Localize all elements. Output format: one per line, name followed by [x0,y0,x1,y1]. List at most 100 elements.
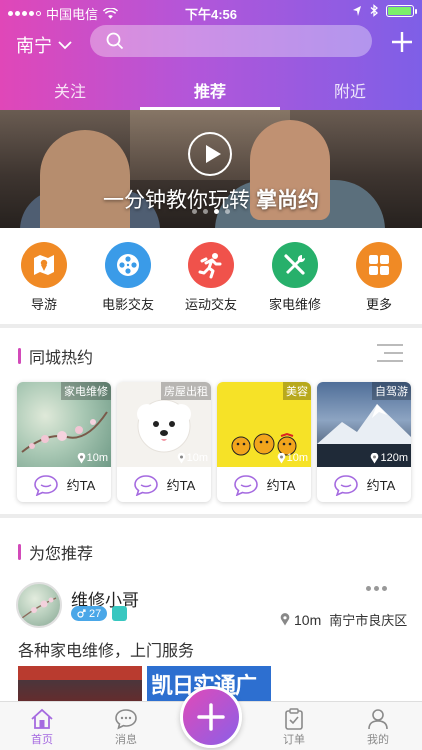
category-sports[interactable]: 运动交友 [176,242,246,313]
chat-bubble-icon [333,474,358,496]
chat-bubble-icon [233,474,258,496]
recommend-user-row[interactable]: 维修小哥 27 10m 南宁市良庆区 [16,582,408,632]
add-icon[interactable] [390,30,414,54]
phone-verified-icon [112,606,128,621]
date-button[interactable]: 约TA [17,467,111,502]
more-options-icon[interactable] [366,586,387,591]
tab-label: 消息 [115,734,137,746]
banner-dot-active[interactable] [214,209,219,214]
section-divider [0,324,422,328]
date-button-label: 约TA [66,478,96,493]
tab-profile[interactable]: 我的 [348,708,408,747]
category-more[interactable]: 更多 [344,242,414,313]
list-menu-icon[interactable] [376,342,404,364]
chat-icon [115,709,137,730]
map-icon [21,242,67,288]
category-movie[interactable]: 电影交友 [93,242,163,313]
card-distance: 10m [77,452,108,464]
tab-label: 我的 [367,734,389,746]
banner-page-dots [0,209,422,214]
pin-icon [177,452,185,463]
search-icon [106,32,124,50]
promo-banner[interactable]: 一分钟教你玩转 掌尚约 [0,110,422,228]
pin-icon [77,452,85,463]
card-tag: 房屋出租 [161,382,211,400]
city-selector[interactable]: 南宁 [16,32,72,58]
date-button[interactable]: 约TA [217,467,311,502]
card-distance: 120m [370,452,408,464]
location-pin-icon [280,613,290,626]
avatar[interactable] [16,582,62,628]
tab-messages[interactable]: 消息 [96,708,156,747]
card-distance-text: 120m [380,452,408,464]
chevron-down-icon [58,40,72,49]
category-guide[interactable]: 导游 [9,242,79,313]
tab-follow[interactable]: 关注 [0,78,140,102]
city-label: 南宁 [16,36,52,56]
user-area: 南宁市良庆区 [329,613,408,628]
search-input[interactable] [90,25,372,57]
order-icon [285,708,303,730]
hot-card[interactable]: 家电维修 10m 约TA [17,382,111,502]
chat-bubble-icon [133,474,158,496]
category-grid: 导游 电影交友 运动交友 家电维修 更多 [0,228,422,324]
chat-bubble-icon [33,474,58,496]
hot-section-title-text: 同城热约 [29,350,94,367]
banner-dot[interactable] [225,209,230,214]
date-button-label: 约TA [166,478,196,493]
location-arrow-icon [353,5,361,16]
date-button[interactable]: 约TA [117,467,211,502]
recommend-photo[interactable] [18,666,142,706]
date-button-label: 约TA [266,478,296,493]
hot-card[interactable]: 美容 10m 约TA [217,382,311,502]
date-button[interactable]: 约TA [317,467,411,502]
age-badge: 27 [71,606,108,621]
tab-orders[interactable]: 订单 [264,708,324,747]
recommend-description: 各种家电维修，上门服务 [18,643,195,660]
card-tag: 美容 [283,382,311,400]
status-bar: 中国电信 下午4:56 [0,0,422,22]
tab-nearby[interactable]: 附近 [280,78,420,102]
card-distance: 10m [277,452,308,464]
banner-dot[interactable] [203,209,208,214]
user-badges: 27 [71,606,128,621]
card-distance-text: 10m [286,452,308,464]
tools-icon [272,242,318,288]
section-divider [0,514,422,518]
plus-icon [197,703,225,731]
top-header: 中国电信 下午4:56 南宁 关注 推荐 附近 [0,0,422,110]
hot-card[interactable]: 自驾游 120m 约TA [317,382,411,502]
age-value: 27 [89,607,102,620]
category-repair[interactable]: 家电维修 [260,242,330,313]
card-tag: 自驾游 [372,382,411,400]
banner-dot[interactable] [192,209,197,214]
tab-home[interactable]: 首页 [12,708,72,747]
category-label: 导游 [30,297,57,312]
male-icon [77,609,86,618]
grid-icon [356,242,402,288]
section-accent-bar [18,544,21,560]
bluetooth-icon [370,4,378,17]
pin-icon [371,452,379,463]
user-distance: 10m [294,611,322,628]
play-video-icon[interactable] [188,132,232,176]
category-label: 更多 [365,297,392,312]
tab-label: 首页 [31,734,53,746]
recommend-section-title-text: 为您推荐 [29,546,94,563]
category-label: 家电维修 [268,297,321,312]
running-icon [188,242,234,288]
date-button-label: 约TA [366,478,396,493]
home-icon [31,708,53,729]
category-label: 运动交友 [184,297,237,312]
card-tag: 家电维修 [61,382,111,400]
tab-recommend[interactable]: 推荐 [140,78,280,102]
section-accent-bar [18,348,21,364]
category-label: 电影交友 [101,297,154,312]
card-distance-text: 10m [186,452,208,464]
pin-icon [277,452,285,463]
feed-tabs: 关注 推荐 附近 [0,70,422,110]
publish-button[interactable] [180,686,242,748]
tab-label: 订单 [283,734,305,746]
profile-icon [368,709,388,730]
hot-card[interactable]: 房屋出租 10m 约TA [117,382,211,502]
